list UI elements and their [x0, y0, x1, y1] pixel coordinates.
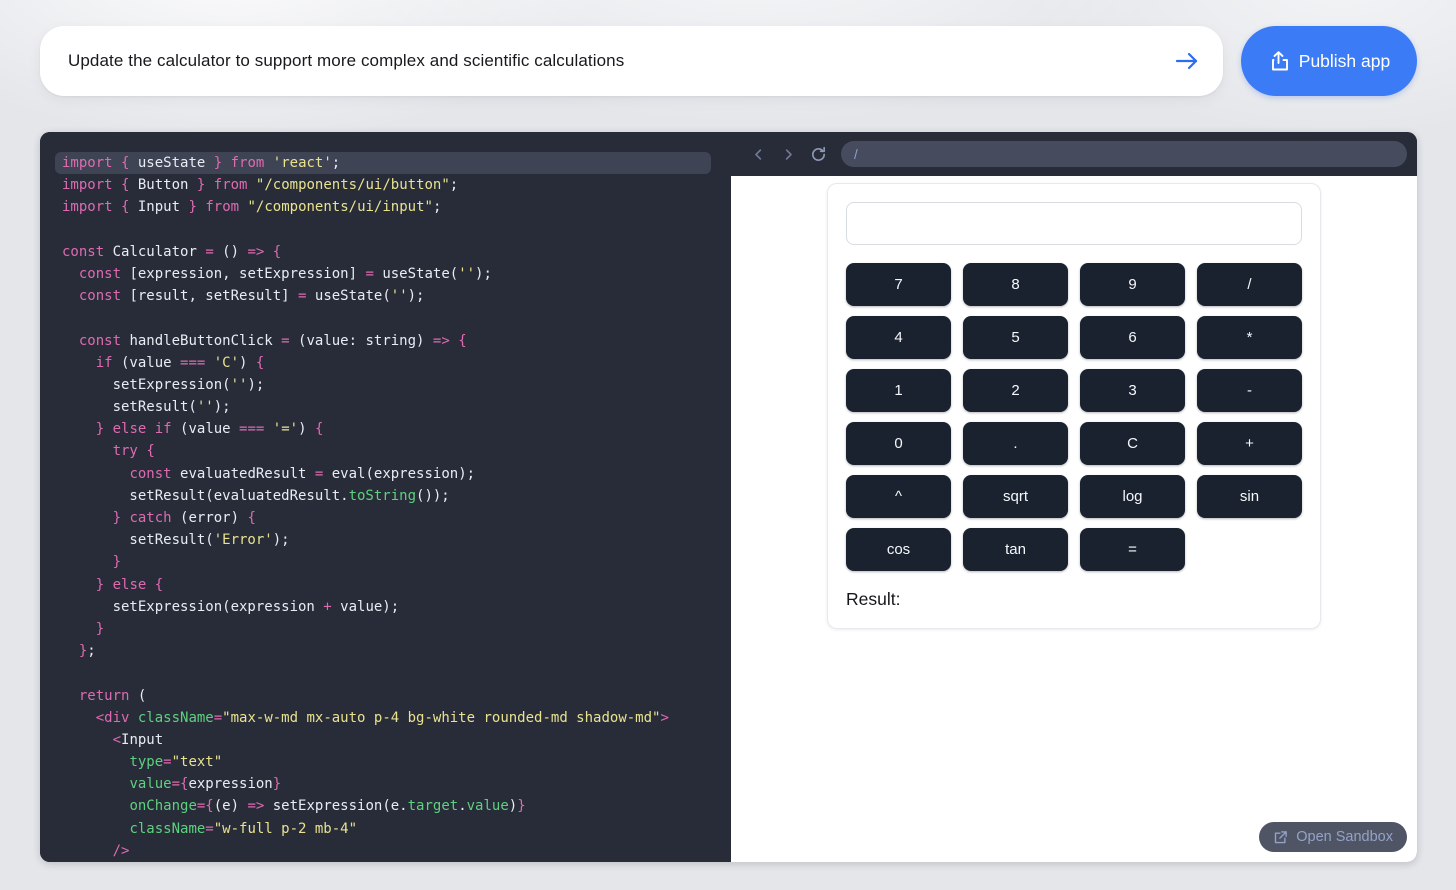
calc-button-tan[interactable]: tan: [963, 528, 1068, 571]
code-line: }: [95, 620, 105, 637]
code-line: const [expression, setExpression] = useS…: [78, 265, 492, 282]
code-line: setResult('Error');: [62, 532, 290, 549]
code-line: />: [112, 842, 130, 859]
calculator-card: 7 8 9 / 4 5 6 * 1 2 3- 0. C + ^ sqrt log sin cos tan = Resul…: [827, 183, 1321, 629]
code-line: setExpression('');: [62, 376, 265, 393]
calc-button-8[interactable]: 8: [963, 263, 1068, 306]
calc-button-cos[interactable]: cos: [846, 528, 951, 571]
calc-button-^[interactable]: ^: [846, 475, 951, 518]
calc-button-log[interactable]: log: [1080, 475, 1185, 518]
workbench: import { useState } from 'react'; import …: [40, 132, 1417, 862]
code-line: import { Button } from "/components/ui/b…: [62, 177, 459, 194]
preview-pane: / 7 8 9 / 4 5 6 * 1 2 3- 0. C + ^ sqrt log sin cos tan = Res…: [731, 132, 1417, 862]
calc-button-4[interactable]: 4: [846, 316, 951, 359]
calc-button-/[interactable]: /: [1197, 263, 1302, 306]
code-line: }: [112, 554, 122, 571]
calc-button-6[interactable]: 6: [1080, 316, 1185, 359]
preview-toolbar: /: [731, 132, 1417, 176]
open-sandbox-label: Open Sandbox: [1296, 829, 1393, 845]
code-line: import { Input } from "/components/ui/in…: [62, 199, 442, 216]
code-line: const [result, setResult] = useState('')…: [78, 288, 425, 305]
open-sandbox-button[interactable]: Open Sandbox: [1259, 822, 1407, 852]
code-line: setResult(evaluatedResult.toString());: [62, 487, 450, 504]
submit-prompt-button[interactable]: [1169, 43, 1205, 79]
code-line: } else if (value === '=') {: [95, 421, 324, 438]
url-input[interactable]: /: [841, 141, 1407, 167]
back-icon: [754, 148, 761, 160]
calc-button-9[interactable]: 9: [1080, 263, 1185, 306]
code-line: try {: [112, 443, 155, 460]
forward-icon: [785, 148, 792, 160]
external-link-icon: [1275, 830, 1288, 843]
code-line: className="w-full p-2 mb-4": [129, 820, 358, 837]
calc-button-=[interactable]: =: [1080, 528, 1185, 571]
calc-button--[interactable]: -: [1197, 369, 1302, 412]
code-line: const evaluatedResult = eval(expression)…: [129, 465, 476, 482]
arrow-right-icon: [1175, 52, 1198, 70]
code-line: type="text": [129, 754, 223, 771]
result-label: Result:: [846, 589, 901, 609]
calc-button-2[interactable]: 2: [963, 369, 1068, 412]
calc-grid: 7 8 9 / 4 5 6 * 1 2 3- 0. C + ^ sqrt log sin cos tan =: [846, 263, 1302, 571]
code-line: if (value === 'C') {: [95, 354, 265, 371]
calc-button-5[interactable]: 5: [963, 316, 1068, 359]
prompt-input[interactable]: Update the calculator to support more co…: [68, 51, 1169, 71]
code-line: <div className="max-w-md mx-auto p-4 bg-…: [95, 709, 669, 726]
code-line: onChange={(e) => setExpression(e.target.…: [129, 798, 526, 815]
code-line: import { useState } from 'react';: [55, 152, 711, 175]
code-line: <Input: [112, 731, 164, 748]
calc-button-7[interactable]: 7: [846, 263, 951, 306]
code-line: } catch (error) {: [112, 510, 256, 526]
refresh-icon: [811, 146, 825, 161]
calc-button-+[interactable]: +: [1197, 422, 1302, 465]
expression-input[interactable]: [846, 202, 1302, 245]
calc-button-0[interactable]: 0: [846, 422, 951, 465]
calc-button-*[interactable]: *: [1197, 316, 1302, 359]
code-line: const handleButtonClick = (value: string…: [78, 332, 467, 349]
publish-app-button[interactable]: Publish app: [1241, 26, 1417, 96]
prompt-bar: Update the calculator to support more co…: [40, 26, 1223, 96]
code-line: const Calculator = () => {: [62, 243, 282, 260]
calc-button-sqrt[interactable]: sqrt: [963, 475, 1068, 518]
code-editor[interactable]: import { useState } from 'react'; import …: [40, 132, 731, 862]
calc-button-sin[interactable]: sin: [1197, 475, 1302, 518]
forward-button[interactable]: [775, 141, 801, 167]
back-button[interactable]: [745, 141, 771, 167]
code-line: value={expression}: [129, 776, 282, 793]
calc-button-3[interactable]: 3: [1080, 369, 1185, 412]
preview-body: 7 8 9 / 4 5 6 * 1 2 3- 0. C + ^ sqrt log sin cos tan = Resul…: [731, 176, 1417, 862]
refresh-button[interactable]: [805, 141, 831, 167]
code-line: setResult('');: [62, 399, 231, 416]
share-icon: [1271, 51, 1288, 71]
code-line: };: [78, 643, 96, 660]
publish-app-label: Publish app: [1298, 50, 1391, 71]
calc-button-1[interactable]: 1: [846, 369, 951, 412]
code-area: import { useState } from 'react'; import …: [55, 152, 711, 862]
code-line: setExpression(expression + value);: [62, 598, 400, 615]
code-line: } else {: [95, 576, 164, 593]
calc-button-.[interactable]: .: [963, 422, 1068, 465]
code-line: return (: [78, 687, 147, 704]
calc-button-C[interactable]: C: [1080, 422, 1185, 465]
